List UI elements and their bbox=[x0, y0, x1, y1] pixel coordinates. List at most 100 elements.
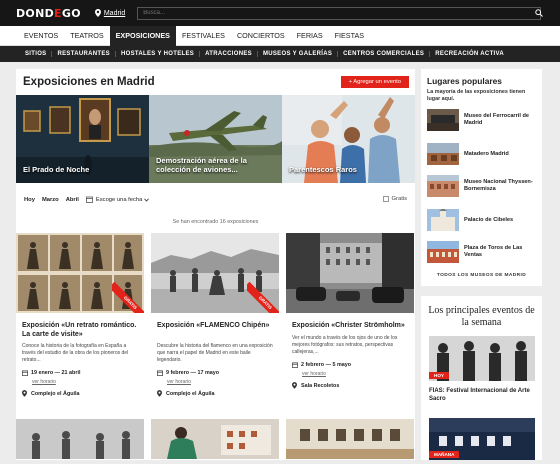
event-card[interactable]: Exposición «Christer Strömholm» Ver el m… bbox=[286, 233, 414, 403]
all-museums-link[interactable]: TODOS LOS MUSEOS DE MADRID bbox=[421, 273, 542, 278]
schedule-link[interactable]: ver horario bbox=[167, 379, 191, 385]
card-venue-text: Complejo el Águila bbox=[166, 390, 215, 397]
subnav-hostales[interactable]: HOSTALES Y HOTELES bbox=[116, 51, 201, 57]
place-label: Palacio de Cibeles bbox=[464, 216, 514, 223]
card-photo-crowd bbox=[16, 419, 144, 459]
calendar-icon bbox=[86, 196, 93, 203]
card-photo-workshop bbox=[151, 419, 279, 459]
place-item[interactable]: Palacio de Cibeles bbox=[427, 209, 539, 231]
place-thumb-thyssen bbox=[427, 175, 459, 197]
place-label: Museo del Ferrocarril de Madrid bbox=[464, 113, 529, 126]
location-pin-icon bbox=[94, 9, 101, 17]
place-label: Matadero Madrid bbox=[464, 150, 509, 157]
date-filters: Hoy Marzo Abril Escoge una fecha bbox=[24, 196, 150, 203]
card-venue[interactable]: Complejo el Águila bbox=[22, 390, 80, 397]
event-image[interactable]: HOY bbox=[429, 336, 535, 381]
card-photo-street bbox=[286, 233, 414, 313]
nav-eventos[interactable]: EVENTOS bbox=[18, 26, 64, 46]
nav-exposiciones[interactable]: EXPOSICIONES bbox=[109, 25, 176, 46]
card-venue[interactable]: Complejo el Águila bbox=[157, 390, 215, 397]
event-card[interactable] bbox=[151, 419, 279, 459]
event-title[interactable]: FIAS: Festival Internacional de Arte Sac… bbox=[429, 387, 539, 403]
card-venue-text: Sala Recoletos bbox=[301, 382, 340, 389]
chevron-down-icon bbox=[144, 198, 150, 202]
card-venue[interactable]: Sala Recoletos bbox=[292, 382, 339, 389]
place-item[interactable]: Matadero Madrid bbox=[427, 143, 539, 165]
city-label: Madrid bbox=[103, 9, 126, 17]
calendar-icon bbox=[157, 370, 163, 376]
free-ribbon: GRATIS bbox=[112, 281, 144, 313]
place-label: Plaza de Toros de Las Ventas bbox=[464, 245, 523, 258]
site-logo[interactable]: DONDEGO bbox=[16, 7, 81, 20]
main-nav: EVENTOS TEATROS EXPOSICIONES FESTIVALES … bbox=[0, 25, 560, 46]
card-date-text: 9 febrero — 17 mayo bbox=[166, 370, 220, 376]
event-card[interactable] bbox=[286, 419, 414, 459]
card-title[interactable]: Exposición «Un retrato romántico. La car… bbox=[22, 321, 140, 339]
sidebar-title: Lugares populares bbox=[427, 76, 502, 86]
card-image: GRATIS bbox=[16, 233, 144, 313]
results-count: Se han encontrado 16 exposiciones bbox=[172, 219, 259, 225]
city-selector[interactable]: Madrid bbox=[94, 9, 126, 17]
place-item[interactable]: Plaza de Toros de Las Ventas bbox=[427, 241, 539, 263]
card-date-text: 2 febrero — 5 mayo bbox=[301, 362, 352, 368]
schedule-link[interactable]: ver horario bbox=[302, 371, 326, 377]
free-filter[interactable]: Gratis bbox=[382, 196, 407, 202]
place-thumb-cibeles bbox=[427, 209, 459, 231]
event-card[interactable]: GRATIS Exposición «Un retrato romántico.… bbox=[16, 233, 144, 403]
filter-march[interactable]: Marzo bbox=[42, 197, 59, 203]
category-nav: SITIOS RESTAURANTES HOSTALES Y HOTELES A… bbox=[0, 46, 560, 62]
nav-ferias[interactable]: FERIAS bbox=[291, 26, 329, 46]
event-card[interactable] bbox=[16, 419, 144, 459]
place-label: Museo Nacional Thyssen-Bornemisza bbox=[464, 179, 533, 192]
hero-label: Demostración aérea de la colección de av… bbox=[156, 156, 247, 174]
card-image bbox=[286, 233, 414, 313]
sidebar-subtitle: La mayoría de las exposiciones tienen lu… bbox=[427, 89, 526, 102]
free-label: Gratis bbox=[391, 196, 407, 202]
location-pin-icon bbox=[157, 390, 162, 397]
free-checkbox[interactable] bbox=[382, 196, 389, 202]
place-thumb-ferrocarril bbox=[427, 109, 459, 131]
nav-teatros[interactable]: TEATROS bbox=[64, 26, 109, 46]
search-icon[interactable] bbox=[535, 9, 543, 17]
subnav-museos[interactable]: MUSEOS Y GALERÍAS bbox=[258, 51, 339, 57]
event-badge-tomorrow: MAÑANA bbox=[429, 451, 460, 458]
calendar-icon bbox=[292, 362, 298, 368]
subnav-centros[interactable]: CENTROS COMERCIALES bbox=[338, 51, 431, 57]
subnav-sitios[interactable]: SITIOS bbox=[20, 51, 53, 57]
card-photo-gallery bbox=[286, 419, 414, 459]
card-title[interactable]: Exposición «FLAMENCO Chipén» bbox=[157, 321, 275, 330]
card-title[interactable]: Exposición «Christer Strömholm» bbox=[292, 321, 410, 330]
hero-card-parentescos[interactable]: Parentescos Raros bbox=[282, 95, 415, 183]
location-pin-icon bbox=[22, 390, 27, 397]
schedule-link[interactable]: ver horario bbox=[32, 379, 56, 385]
hero-label: El Prado de Noche bbox=[23, 165, 90, 174]
place-item[interactable]: Museo del Ferrocarril de Madrid bbox=[427, 109, 539, 131]
nav-conciertos[interactable]: CONCIERTOS bbox=[231, 26, 291, 46]
nav-festivales[interactable]: FESTIVALES bbox=[176, 26, 231, 46]
filter-today[interactable]: Hoy bbox=[24, 197, 35, 203]
calendar-icon bbox=[22, 370, 28, 376]
subnav-recreacion[interactable]: RECREACIÓN ACTIVA bbox=[430, 51, 509, 57]
card-description: Ver el mundo a través de los ojos de uno… bbox=[292, 335, 398, 355]
date-picker-label: Escoge una fecha bbox=[95, 196, 143, 203]
place-thumb-matadero bbox=[427, 143, 459, 165]
filter-april[interactable]: Abril bbox=[66, 197, 79, 203]
hero-card-prado[interactable]: El Prado de Noche bbox=[16, 95, 149, 183]
date-picker[interactable]: Escoge una fecha bbox=[86, 196, 150, 203]
subnav-restaurantes[interactable]: RESTAURANTES bbox=[52, 51, 116, 57]
hero-label: Parentescos Raros bbox=[289, 165, 357, 174]
card-date-text: 19 enero — 21 abril bbox=[31, 370, 81, 376]
event-card[interactable]: GRATIS Exposición «FLAMENCO Chipén» Desc… bbox=[151, 233, 279, 403]
subnav-atracciones[interactable]: ATRACCIONES bbox=[200, 51, 258, 57]
hero-card-aviones[interactable]: Demostración aérea de la colección de av… bbox=[149, 95, 282, 183]
add-event-button[interactable]: + Agregar un evento bbox=[340, 76, 409, 88]
card-description: Conoce la historia de la fotografía en E… bbox=[22, 343, 129, 363]
main-panel: Exposiciones en Madrid + Agregar un even… bbox=[16, 69, 415, 460]
place-item[interactable]: Museo Nacional Thyssen-Bornemisza bbox=[427, 175, 539, 197]
event-image[interactable]: MAÑANA bbox=[429, 418, 535, 460]
popular-places-panel: Lugares populares La mayoría de las expo… bbox=[421, 69, 542, 286]
ribbon-wrap: GRATIS bbox=[247, 281, 279, 313]
card-date: 9 febrero — 17 mayo bbox=[157, 370, 219, 376]
search-input[interactable] bbox=[137, 6, 542, 20]
nav-fiestas[interactable]: FIESTAS bbox=[329, 26, 370, 46]
